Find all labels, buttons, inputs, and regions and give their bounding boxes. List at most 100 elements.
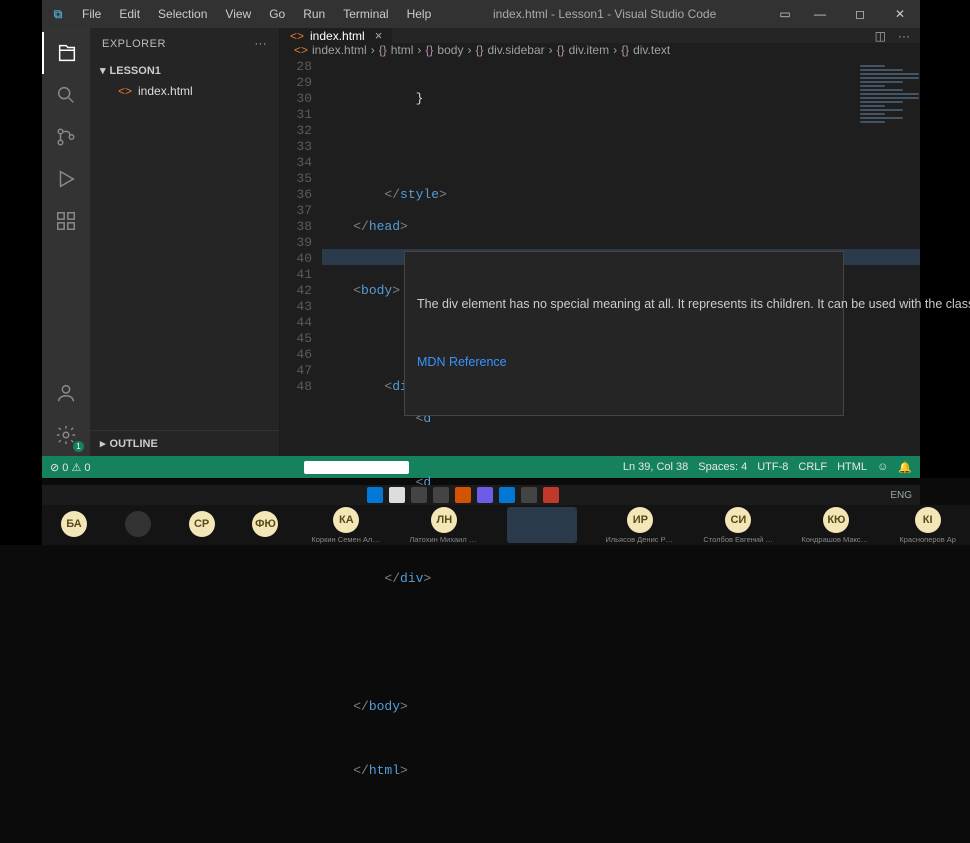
hover-tooltip: The div element has no special meaning a…	[404, 251, 844, 416]
extensions-icon[interactable]	[42, 200, 90, 242]
search-icon[interactable]	[42, 74, 90, 116]
html-file-icon: <>	[294, 43, 308, 57]
task-icon[interactable]	[411, 487, 427, 503]
participant[interactable]	[120, 511, 156, 539]
window-title: index.html - Lesson1 - Visual Studio Cod…	[439, 7, 770, 21]
accounts-icon[interactable]	[42, 372, 90, 414]
participant-video[interactable]	[507, 507, 577, 543]
folder-header[interactable]: ▾ LESSON1	[90, 60, 279, 81]
minimize-button[interactable]: —	[800, 0, 840, 28]
editor-group: <> index.html × ◫ ··· <>index.html › {}h…	[280, 28, 920, 456]
breadcrumb-segment[interactable]: index.html	[312, 43, 367, 57]
menu-selection[interactable]: Selection	[150, 3, 215, 25]
vscode-task-icon[interactable]	[499, 487, 515, 503]
participant[interactable]: КЮКондрашов Максим Юрьевич	[801, 507, 871, 544]
task-icon[interactable]	[455, 487, 471, 503]
avatar	[125, 511, 151, 537]
maximize-button[interactable]: ◻	[840, 0, 880, 28]
breadcrumb-segment[interactable]: div.sidebar	[487, 43, 544, 57]
breadcrumb-segment[interactable]: div.item	[569, 43, 609, 57]
menu-help[interactable]: Help	[399, 3, 440, 25]
avatar: СИ	[725, 507, 751, 533]
file-name: index.html	[138, 84, 193, 98]
menu-terminal[interactable]: Terminal	[335, 3, 396, 25]
avatar: КІ	[915, 507, 941, 533]
participant[interactable]: КАКоркин Семен Александрович	[311, 507, 381, 544]
file-entry-index[interactable]: <> index.html	[90, 81, 279, 101]
menu-edit[interactable]: Edit	[111, 3, 148, 25]
participant[interactable]: ИРИльясов Денис Рамильевич	[605, 507, 675, 544]
avatar: БА	[61, 511, 87, 537]
chevron-right-icon: ▸	[100, 437, 106, 450]
participant[interactable]: ФЮ	[248, 511, 284, 539]
host-left-margin	[0, 0, 42, 545]
main-area: 1 EXPLORER ··· ▾ LESSON1 <> index.html ▸…	[42, 28, 920, 456]
taskbar-lang[interactable]: ENG	[890, 490, 920, 501]
brackets-icon: {}	[425, 43, 433, 57]
hover-text: The div element has no special meaning a…	[417, 296, 831, 313]
folder-name: LESSON1	[110, 65, 161, 77]
task-icon[interactable]	[543, 487, 559, 503]
settings-gear-icon[interactable]: 1	[42, 414, 90, 456]
breadcrumbs[interactable]: <>index.html › {}html › {}body › {}div.s…	[280, 43, 920, 57]
menu-view[interactable]: View	[217, 3, 259, 25]
mdn-reference-link[interactable]: MDN Reference	[417, 355, 507, 369]
menu-go[interactable]: Go	[261, 3, 293, 25]
avatar: КА	[333, 507, 359, 533]
video-thumbnail	[507, 507, 577, 543]
more-actions-icon[interactable]: ···	[898, 29, 910, 43]
close-icon[interactable]: ×	[371, 28, 383, 43]
task-icon[interactable]	[389, 487, 405, 503]
brackets-icon: {}	[621, 43, 629, 57]
chevron-down-icon: ▾	[100, 64, 106, 77]
minimap[interactable]	[850, 57, 920, 217]
call-participants: БА СР ФЮ КАКоркин Семен Александрович ЛН…	[42, 505, 970, 545]
participant[interactable]: СИСтолбов Евгений Игоревич	[703, 507, 773, 544]
code-editor[interactable]: 2829 303132 333435 363738 394041 424344 …	[280, 57, 920, 843]
outline-section[interactable]: ▸ OUTLINE	[90, 430, 279, 456]
participant[interactable]: СР	[184, 511, 220, 539]
task-icon[interactable]	[521, 487, 537, 503]
vscode-window: ⧉ File Edit Selection View Go Run Termin…	[42, 0, 920, 478]
start-icon[interactable]	[367, 487, 383, 503]
vscode-logo-icon: ⧉	[42, 7, 74, 22]
participant[interactable]: БА	[56, 511, 92, 539]
close-button[interactable]: ✕	[880, 0, 920, 28]
task-icon[interactable]	[477, 487, 493, 503]
menu-file[interactable]: File	[74, 3, 109, 25]
split-editor-icon[interactable]: ◫	[875, 29, 886, 43]
avatar: СР	[189, 511, 215, 537]
source-control-icon[interactable]	[42, 116, 90, 158]
breadcrumb-segment[interactable]: div.text	[633, 43, 670, 57]
activity-bar: 1	[42, 28, 90, 456]
avatar: ИР	[627, 507, 653, 533]
layout-icon[interactable]: ▭	[770, 0, 800, 28]
tab-label: index.html	[310, 29, 365, 43]
run-debug-icon[interactable]	[42, 158, 90, 200]
participant[interactable]: ЛНЛатохин Михаил Николаевич	[409, 507, 479, 544]
host-right-margin	[920, 0, 970, 478]
explorer-icon[interactable]	[42, 32, 90, 74]
status-problems[interactable]: ⊘ 0 ⚠ 0	[50, 461, 90, 474]
tab-index-html[interactable]: <> index.html ×	[280, 28, 393, 43]
breadcrumb-segment[interactable]: html	[391, 43, 414, 57]
outline-label: OUTLINE	[110, 438, 158, 450]
html-file-icon: <>	[118, 84, 132, 98]
code-content[interactable]: } </style> </head> <body> <div c <d <d <…	[322, 57, 920, 843]
windows-taskbar: ENG	[42, 485, 920, 505]
brackets-icon: {}	[475, 43, 483, 57]
menubar: File Edit Selection View Go Run Terminal…	[74, 3, 439, 25]
explorer-title: EXPLORER	[102, 38, 166, 50]
avatar: КЮ	[823, 507, 849, 533]
explorer-more-icon[interactable]: ···	[255, 38, 268, 50]
menu-run[interactable]: Run	[295, 3, 333, 25]
avatar: ЛН	[431, 507, 457, 533]
titlebar: ⧉ File Edit Selection View Go Run Termin…	[42, 0, 920, 28]
brackets-icon: {}	[557, 43, 565, 57]
task-icon[interactable]	[433, 487, 449, 503]
html-file-icon: <>	[290, 29, 304, 43]
participant[interactable]: КІКрасноперов Ар	[899, 507, 956, 544]
breadcrumb-segment[interactable]: body	[437, 43, 463, 57]
line-gutter: 2829 303132 333435 363738 394041 424344 …	[280, 57, 322, 843]
brackets-icon: {}	[379, 43, 387, 57]
